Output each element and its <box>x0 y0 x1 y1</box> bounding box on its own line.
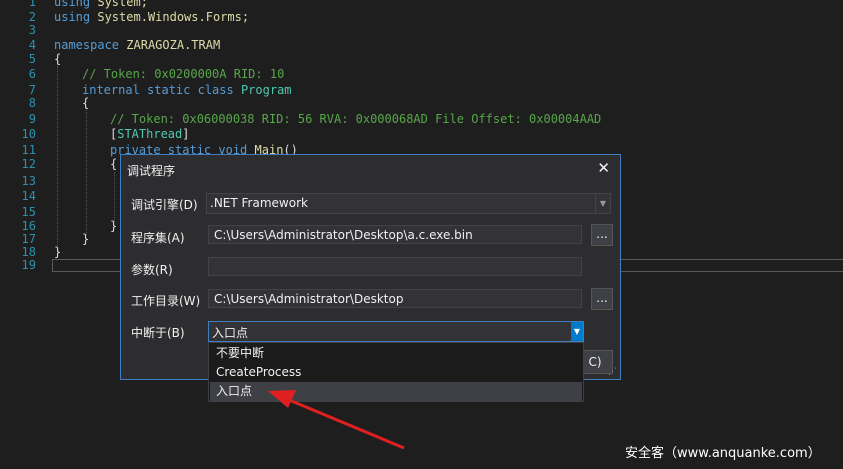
watermark: 安全客（www.anquanke.com） <box>625 446 821 461</box>
arrow-shaft <box>281 395 405 450</box>
annotation-arrow <box>268 390 405 450</box>
arrow-head <box>268 390 296 408</box>
